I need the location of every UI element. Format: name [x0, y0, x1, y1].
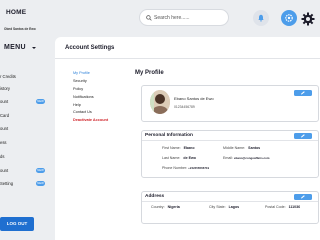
search-bar[interactable]	[139, 9, 229, 26]
new-badge: NEW	[36, 168, 45, 173]
avatar	[150, 90, 170, 114]
tab-contact-us[interactable]: Contact Us	[73, 109, 123, 117]
tab-security[interactable]: Security	[73, 78, 123, 86]
new-badge: NEW	[36, 99, 45, 104]
sidebar-item-account[interactable]: ount NEW	[0, 98, 52, 106]
field-value: Nigeria	[167, 205, 180, 209]
search-input[interactable]	[154, 12, 226, 24]
email-field: Email:ebano@congoaffairs.com	[223, 156, 269, 160]
field-label: Country:	[151, 205, 165, 209]
sidebar-item-access[interactable]: ess	[0, 139, 52, 147]
phone-field: Phone Number:+242456566719	[162, 166, 209, 170]
divider	[55, 58, 320, 59]
profile-phone: 01234456789	[174, 105, 195, 109]
sidebar-item-label: Card	[0, 113, 10, 118]
menu-title[interactable]: MENU	[4, 44, 26, 51]
sidebar-item-account-2[interactable]: ount	[0, 125, 52, 133]
deactivate-account-link[interactable]: Deactivate Account	[73, 117, 123, 125]
profile-card: Ebano Santos de Ewo 01234456789	[141, 85, 319, 122]
edit-personal-button[interactable]	[294, 133, 312, 139]
edit-icon	[301, 195, 305, 199]
sidebar-item-label: ount	[0, 168, 9, 173]
new-badge: NEW	[36, 181, 45, 186]
avatar-photo	[150, 90, 170, 114]
middle-name-field: Middle Name: Santos	[223, 146, 260, 150]
section-title: My Profile	[135, 70, 164, 76]
tab-policy[interactable]: Policy	[73, 86, 123, 94]
top-bar: HOME Obed Santos de Ewo	[0, 0, 320, 36]
country-field: Country: Nigeria	[151, 205, 180, 209]
tab-notifications[interactable]: Notifications	[73, 94, 123, 102]
sidebar-item-history[interactable]: istory	[0, 85, 52, 93]
field-label: Phone Number:	[162, 166, 188, 170]
divider	[142, 201, 318, 202]
field-value: +242456566719	[188, 166, 210, 170]
search-icon	[146, 15, 152, 21]
sidebar-item-label: Setting	[0, 181, 14, 186]
logout-button[interactable]: LOG OUT	[0, 217, 34, 231]
personal-info-card: Personal Information First Name: Ebano Mi…	[141, 130, 319, 178]
tab-help[interactable]: Help	[73, 102, 123, 110]
sidebar-item-label: r Credits	[0, 74, 16, 79]
sidebar-item-label: ount	[0, 126, 9, 131]
caret-down-icon[interactable]	[32, 47, 36, 49]
edit-icon	[301, 134, 305, 138]
sidebar-item-label: istory	[0, 86, 11, 91]
address-card: Address Country: Nigeria City State: Lagos…	[141, 191, 319, 224]
last-name-field: Last Name: de Ewo	[162, 156, 196, 160]
edit-address-button[interactable]	[294, 194, 312, 200]
divider	[142, 140, 318, 141]
sidebar-item-label: ount	[0, 99, 9, 104]
sidebar-item-card[interactable]: Card	[0, 112, 52, 120]
field-value: Lagos	[228, 205, 240, 209]
card-heading: Personal Information	[145, 133, 193, 138]
notifications-button[interactable]	[253, 10, 269, 26]
profile-name: Ebano Santos de Ewo	[174, 96, 214, 101]
settings-button[interactable]	[297, 8, 319, 30]
field-value: Ebano	[183, 146, 195, 150]
state-field: City State: Lagos	[209, 205, 239, 209]
page-title: Account Settings	[65, 45, 115, 51]
sidebar-item-label: ess	[0, 140, 7, 145]
sidebar-item-account-3[interactable]: ount NEW	[0, 167, 52, 175]
sidebar-item-credits[interactable]: r Credits	[0, 73, 52, 81]
edit-profile-button[interactable]	[294, 90, 312, 96]
sidebar: MENU r Credits istory ount NEW Card ount…	[0, 36, 54, 240]
sidebar-item-setting[interactable]: Setting NEW	[0, 180, 52, 188]
field-label: Postal Code:	[265, 205, 286, 209]
sidebar-item-cards[interactable]: ds	[0, 153, 52, 161]
field-value: de Ewo	[183, 156, 196, 160]
home-link[interactable]: HOME	[6, 9, 26, 16]
settings-nav: My Profile Security Policy Notifications…	[73, 70, 123, 125]
gear-icon	[301, 12, 315, 26]
tab-my-profile[interactable]: My Profile	[73, 70, 123, 78]
field-value: Santos	[248, 146, 261, 150]
main-panel: Account Settings My Profile Security Pol…	[55, 37, 320, 240]
first-name-field: First Name: Ebano	[162, 146, 195, 150]
field-label: City State:	[209, 205, 226, 209]
field-value: ebano@congoaffairs.com	[234, 156, 270, 160]
field-label: Last Name:	[162, 156, 181, 160]
edit-icon	[301, 91, 305, 95]
home-subtitle: Obed Santos de Ewo	[4, 27, 36, 31]
field-value: 111036	[288, 205, 301, 209]
bell-icon	[258, 14, 264, 22]
field-label: First Name:	[162, 146, 181, 150]
card-heading: Address	[145, 194, 165, 199]
sidebar-item-label: ds	[0, 154, 5, 159]
postal-code-field: Postal Code: 111036	[265, 205, 300, 209]
field-label: Middle Name:	[223, 146, 246, 150]
profile-button[interactable]	[281, 10, 297, 26]
field-label: Email:	[223, 156, 233, 160]
user-gear-icon	[285, 14, 293, 22]
